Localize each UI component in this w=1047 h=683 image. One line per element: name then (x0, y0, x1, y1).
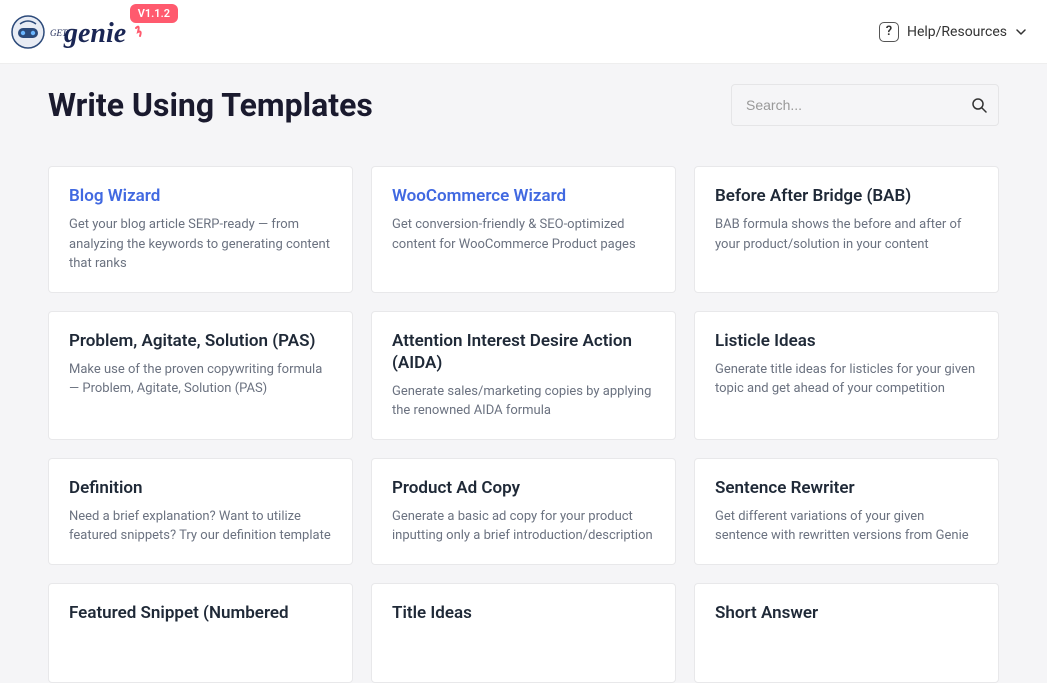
logo[interactable]: GET genie V1.1.2 (8, 10, 148, 54)
search-box (731, 84, 999, 126)
page-title: Write Using Templates (48, 86, 373, 124)
search-input[interactable] (731, 84, 999, 126)
title-row: Write Using Templates (48, 84, 999, 126)
template-card[interactable]: Featured Snippet (Numbered (48, 583, 353, 683)
template-title: Short Answer (715, 602, 978, 624)
template-title: Definition (69, 477, 332, 499)
template-card[interactable]: Problem, Agitate, Solution (PAS) Make use… (48, 311, 353, 440)
template-title: Blog Wizard (69, 185, 332, 207)
app-header: GET genie V1.1.2 ? Help/Resources (0, 0, 1047, 64)
question-icon: ? (879, 22, 899, 42)
template-desc: Generate a basic ad copy for your produc… (392, 507, 655, 546)
template-card[interactable]: Listicle Ideas Generate title ideas for l… (694, 311, 999, 440)
template-desc: Need a brief explanation? Want to utiliz… (69, 507, 332, 546)
version-badge: V1.1.2 (130, 4, 178, 23)
genie-logo-icon: GET genie (8, 10, 148, 54)
main-content: Write Using Templates Blog Wizard Get you… (0, 64, 1047, 683)
template-title: Listicle Ideas (715, 330, 978, 352)
template-card[interactable]: Blog Wizard Get your blog article SERP-re… (48, 166, 353, 293)
template-desc: Get your blog article SERP-ready — from … (69, 215, 332, 274)
template-title: WooCommerce Wizard (392, 185, 655, 207)
template-title: Title Ideas (392, 602, 655, 624)
search-icon (971, 97, 987, 113)
help-label: Help/Resources (907, 24, 1007, 40)
chevron-down-icon (1015, 26, 1027, 38)
template-card[interactable]: Sentence Rewriter Get different variation… (694, 458, 999, 565)
template-desc: Get different variations of your given s… (715, 507, 978, 546)
template-card[interactable]: WooCommerce Wizard Get conversion-friendl… (371, 166, 676, 293)
help-resources-button[interactable]: ? Help/Resources (879, 22, 1027, 42)
template-card[interactable]: Definition Need a brief explanation? Want… (48, 458, 353, 565)
template-desc: Get conversion-friendly & SEO-optimized … (392, 215, 655, 254)
template-title: Product Ad Copy (392, 477, 655, 499)
template-title: Problem, Agitate, Solution (PAS) (69, 330, 332, 352)
template-desc: Make use of the proven copywriting formu… (69, 360, 332, 399)
template-desc: Generate title ideas for listicles for y… (715, 360, 978, 399)
template-title: Sentence Rewriter (715, 477, 978, 499)
template-title: Attention Interest Desire Action (AIDA) (392, 330, 655, 374)
template-desc: BAB formula shows the before and after o… (715, 215, 978, 254)
templates-grid: Blog Wizard Get your blog article SERP-re… (48, 166, 999, 683)
template-card[interactable]: Before After Bridge (BAB) BAB formula sho… (694, 166, 999, 293)
template-card[interactable]: Short Answer (694, 583, 999, 683)
template-card[interactable]: Product Ad Copy Generate a basic ad copy … (371, 458, 676, 565)
template-title: Before After Bridge (BAB) (715, 185, 978, 207)
template-card[interactable]: Attention Interest Desire Action (AIDA) G… (371, 311, 676, 440)
template-card[interactable]: Title Ideas (371, 583, 676, 683)
template-title: Featured Snippet (Numbered (69, 602, 332, 624)
svg-text:genie: genie (63, 18, 126, 49)
template-desc: Generate sales/marketing copies by apply… (392, 382, 655, 421)
